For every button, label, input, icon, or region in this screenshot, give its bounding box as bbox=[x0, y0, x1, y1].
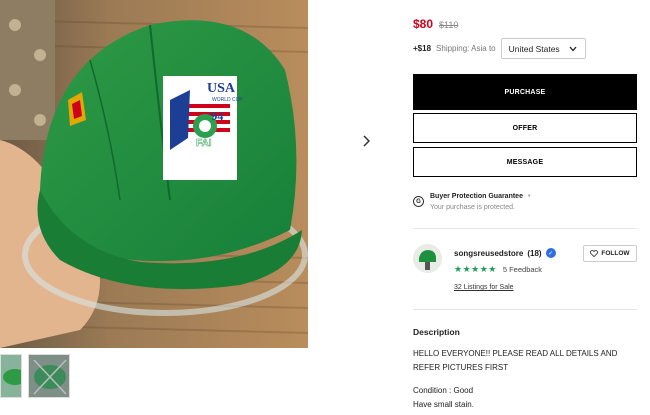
seller-avatar[interactable] bbox=[413, 244, 442, 273]
cap-photo-illustration: USA WORLD CUP '94 FAI bbox=[0, 0, 308, 348]
description-line: REFER PICTURES FIRST bbox=[413, 363, 509, 372]
seller-avatar-image bbox=[413, 244, 442, 273]
seller-rating-count: (18) bbox=[527, 248, 542, 258]
patch-text-usa: USA bbox=[207, 81, 236, 96]
shipping-row: +$18 Shipping: Asia to United States bbox=[413, 38, 586, 59]
star-rating-icon: ★★★★★ bbox=[454, 264, 497, 274]
next-image-arrow[interactable] bbox=[358, 132, 374, 150]
buyer-protection-title: Buyer Protection Guarantee • bbox=[430, 193, 530, 200]
patch-text-worldcup: WORLD CUP bbox=[212, 97, 243, 103]
follow-button-label: FOLLOW bbox=[601, 250, 630, 257]
buyer-protection-dot: • bbox=[527, 193, 531, 200]
price-row: $80 $110 bbox=[413, 17, 458, 31]
current-price: $80 bbox=[413, 17, 434, 31]
description-line: HELLO EVERYONE!! PLEASE READ ALL DETAILS… bbox=[413, 349, 618, 358]
shipping-cost: +$18 bbox=[413, 44, 432, 53]
main-product-photo[interactable]: USA WORLD CUP '94 FAI bbox=[0, 0, 308, 348]
purchase-button[interactable]: PURCHASE bbox=[413, 74, 637, 110]
description-title: Description bbox=[413, 327, 460, 337]
follow-button[interactable]: FOLLOW bbox=[583, 245, 637, 262]
seller-rating: ★★★★★ 5 Feedback bbox=[454, 264, 542, 275]
buyer-protection-subtitle: Your purchase is protected. bbox=[430, 204, 515, 211]
chevron-right-icon bbox=[363, 135, 370, 147]
feedback-count: 5 Feedback bbox=[502, 265, 543, 274]
verified-badge-icon: ✓ bbox=[545, 248, 556, 258]
heart-icon bbox=[590, 250, 599, 257]
shipping-label: Shipping: Asia to bbox=[436, 44, 496, 53]
shield-icon: G bbox=[413, 196, 424, 207]
message-button[interactable]: MESSAGE bbox=[413, 147, 637, 177]
thumbnail-2[interactable] bbox=[28, 354, 70, 398]
original-price: $110 bbox=[439, 20, 459, 30]
description-line: Have small stain. bbox=[413, 400, 474, 409]
country-select[interactable]: United States bbox=[500, 38, 586, 59]
country-select-value: United States bbox=[508, 43, 560, 54]
buyer-protection: G Buyer Protection Guarantee • Your purch… bbox=[413, 193, 530, 211]
chevron-down-icon bbox=[569, 46, 577, 51]
description-line: Condition : Good bbox=[413, 386, 474, 395]
description-spacer bbox=[413, 375, 638, 384]
description-body: HELLO EVERYONE!! PLEASE READ ALL DETAILS… bbox=[413, 347, 638, 412]
seller-name[interactable]: songsreusedstore (18) ✓ bbox=[454, 248, 556, 258]
patch-text-year: '94 bbox=[208, 109, 223, 123]
divider bbox=[413, 309, 637, 310]
seller-username: songsreusedstore bbox=[454, 248, 524, 258]
thumbnail-1[interactable] bbox=[0, 354, 22, 398]
offer-button[interactable]: OFFER bbox=[413, 113, 637, 143]
thumbnail-2-image bbox=[29, 355, 69, 397]
divider bbox=[413, 228, 637, 229]
patch-text-fai: FAI bbox=[196, 138, 212, 149]
buyer-protection-title-text: Buyer Protection Guarantee bbox=[430, 193, 523, 200]
thumbnail-1-image bbox=[1, 355, 21, 397]
seller-listings-link[interactable]: 32 Listings for Sale bbox=[454, 284, 514, 291]
